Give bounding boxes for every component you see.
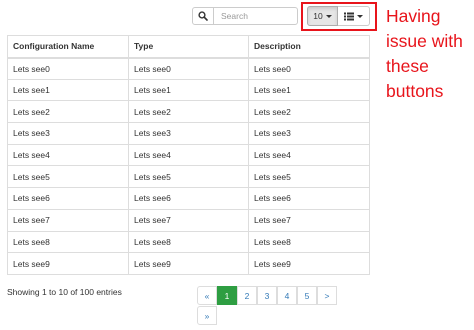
pagination-page-5[interactable]: 5 xyxy=(297,286,317,305)
table-cell: Lets see6 xyxy=(248,187,370,210)
table-cell: Lets see7 xyxy=(128,208,249,232)
table-row: Lets see9 Lets see9 Lets see9 xyxy=(7,252,370,275)
search-button[interactable] xyxy=(192,7,214,25)
column-header-configuration-name[interactable]: Configuration Name xyxy=(7,35,129,59)
table-cell: Lets see1 xyxy=(248,78,370,102)
annotation-text: Having issue with these buttons xyxy=(386,4,474,104)
table-cell: Lets see2 xyxy=(128,100,249,124)
table-row: Lets see0 Lets see0 Lets see0 xyxy=(7,57,370,80)
table-cell: Lets see1 xyxy=(128,78,249,102)
pagination-page-2[interactable]: 2 xyxy=(237,286,257,305)
table-row: Lets see3 Lets see3 Lets see3 xyxy=(7,122,370,145)
table-row: Lets see4 Lets see4 Lets see4 xyxy=(7,143,370,167)
chevron-down-icon xyxy=(325,14,332,18)
page-size-dropdown[interactable]: 10 xyxy=(307,6,338,26)
table-cell: Lets see4 xyxy=(248,143,370,167)
column-header-type[interactable]: Type xyxy=(128,35,249,59)
table-cell: Lets see8 xyxy=(7,230,129,254)
toolbar-button-group: 10 xyxy=(307,6,370,26)
pagination-page-1[interactable]: 1 xyxy=(217,286,237,305)
table-cell: Lets see5 xyxy=(7,165,129,189)
table-cell: Lets see8 xyxy=(128,230,249,254)
table-cell: Lets see2 xyxy=(7,100,129,124)
pagination-first[interactable]: « xyxy=(197,286,217,305)
table-cell: Lets see6 xyxy=(7,187,129,210)
pagination-last[interactable]: » xyxy=(197,306,217,325)
table-cell: Lets see4 xyxy=(7,143,129,167)
data-table: Configuration Name Type Description Lets… xyxy=(7,35,370,275)
annotation-line: Having xyxy=(386,6,441,26)
table-row: Lets see7 Lets see7 Lets see7 xyxy=(7,208,370,232)
table-cell: Lets see7 xyxy=(7,208,129,232)
table-cell: Lets see0 xyxy=(248,57,370,80)
chevron-down-icon xyxy=(357,14,363,18)
list-icon xyxy=(344,12,354,20)
table-cell: Lets see5 xyxy=(128,165,249,189)
pagination-next[interactable]: > xyxy=(317,286,337,305)
table-cell: Lets see6 xyxy=(128,187,249,210)
table-cell: Lets see5 xyxy=(248,165,370,189)
table-row: Lets see2 Lets see2 Lets see2 xyxy=(7,100,370,124)
table-row: Lets see1 Lets see1 Lets see1 xyxy=(7,78,370,102)
table-cell: Lets see9 xyxy=(7,252,129,275)
table-cell: Lets see8 xyxy=(248,230,370,254)
annotation-line: issue with xyxy=(386,31,463,51)
annotation-line: these xyxy=(386,56,429,76)
column-header-description[interactable]: Description xyxy=(248,35,370,59)
entries-info: Showing 1 to 10 of 100 entries xyxy=(7,287,122,297)
table-cell: Lets see9 xyxy=(248,252,370,275)
page-size-label: 10 xyxy=(313,11,323,21)
table-row: Lets see6 Lets see6 Lets see6 xyxy=(7,187,370,210)
pagination: « 1 2 3 4 5 > » xyxy=(197,286,377,326)
table-cell: Lets see4 xyxy=(128,143,249,167)
table-cell: Lets see2 xyxy=(248,100,370,124)
table-cell: Lets see1 xyxy=(7,78,129,102)
search-input[interactable] xyxy=(213,7,298,25)
table-cell: Lets see0 xyxy=(128,57,249,80)
table-header-row: Configuration Name Type Description xyxy=(7,35,370,59)
table-cell: Lets see3 xyxy=(7,122,129,145)
table-cell: Lets see7 xyxy=(248,208,370,232)
columns-dropdown[interactable] xyxy=(338,6,370,26)
table-row: Lets see5 Lets see5 Lets see5 xyxy=(7,165,370,189)
table-cell: Lets see3 xyxy=(128,122,249,145)
table-cell: Lets see9 xyxy=(128,252,249,275)
pagination-page-4[interactable]: 4 xyxy=(277,286,297,305)
search-icon xyxy=(198,11,208,21)
pagination-page-3[interactable]: 3 xyxy=(257,286,277,305)
annotation-line: buttons xyxy=(386,81,444,101)
table-cell: Lets see0 xyxy=(7,57,129,80)
table-cell: Lets see3 xyxy=(248,122,370,145)
table-row: Lets see8 Lets see8 Lets see8 xyxy=(7,230,370,254)
